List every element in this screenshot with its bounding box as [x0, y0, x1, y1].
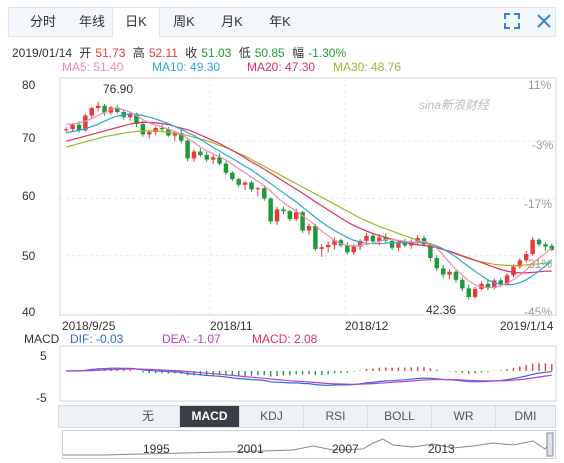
candle-body — [147, 132, 152, 135]
indicator-none[interactable]: 无 — [117, 406, 180, 427]
macd-chart — [59, 345, 557, 402]
candle-body — [198, 151, 203, 155]
candle-body — [536, 239, 542, 245]
overview-year: 2013 — [428, 442, 455, 456]
candle-body — [460, 279, 465, 289]
candlestick-chart — [59, 77, 557, 316]
candle-body — [249, 182, 254, 190]
dif-line — [66, 367, 552, 386]
candle-body — [230, 172, 235, 180]
candle-body — [453, 271, 459, 280]
indicator-bar: 无 MACD KDJ RSI BOLL WR DMI — [58, 405, 556, 428]
x-label: 2018/9/25 — [62, 319, 116, 333]
candle-body — [255, 188, 261, 190]
macd-dif: DIF: -0.03 — [70, 332, 124, 346]
indicator-kdj[interactable]: KDJ — [240, 406, 304, 427]
candle-body — [191, 151, 197, 159]
macd-dea: DEA: -1.07 — [162, 332, 221, 346]
candle-body — [345, 245, 350, 253]
candle-body — [287, 211, 293, 220]
candle-body — [524, 254, 529, 261]
macd-title: MACD — [24, 332, 60, 346]
overview-year: 2007 — [332, 442, 359, 456]
candle-body — [472, 288, 478, 297]
macd-value: MACD: 2.08 — [252, 332, 318, 346]
candle-body — [434, 258, 440, 269]
candle-body — [396, 243, 401, 248]
candle-body — [543, 244, 548, 247]
overview-year: 2001 — [237, 442, 264, 456]
candle-body — [89, 108, 94, 116]
low-annotation: 42.36 — [426, 303, 457, 317]
indicator-boll[interactable]: BOLL — [368, 406, 432, 427]
history-overview[interactable] — [62, 430, 556, 459]
candle-body — [319, 247, 325, 249]
history-line — [63, 432, 554, 457]
candle-body — [402, 243, 408, 246]
candle-body — [389, 240, 395, 248]
candle-body — [313, 225, 318, 249]
candle-body — [70, 124, 75, 130]
indicator-dmi[interactable]: DMI — [496, 406, 555, 427]
overview-year: 1995 — [143, 442, 170, 456]
candle-body — [281, 209, 286, 212]
candle-body — [364, 235, 369, 241]
high-annotation: 76.90 — [103, 82, 134, 96]
candle-body — [306, 225, 312, 231]
candle-body — [325, 244, 331, 248]
candle-body — [210, 157, 216, 160]
candle-body — [204, 154, 210, 160]
ma10-line — [66, 113, 553, 286]
candle-body — [63, 129, 69, 131]
indicator-rsi[interactable]: RSI — [304, 406, 368, 427]
candle-body — [185, 140, 190, 159]
x-label: 2018/11 — [210, 319, 253, 333]
x-label: 2019/1/14 — [500, 319, 554, 333]
candle-body — [274, 209, 280, 222]
candle-body — [370, 235, 376, 242]
candle-body — [262, 188, 267, 199]
candle-body — [466, 288, 471, 297]
candle-body — [440, 268, 446, 275]
candle-body — [293, 212, 299, 220]
x-label: 2018/12 — [345, 319, 389, 333]
candle-body — [140, 124, 146, 135]
ma20-line — [66, 121, 552, 274]
candle-body — [351, 246, 356, 253]
indicator-wr[interactable]: WR — [432, 406, 496, 427]
candle-body — [223, 163, 229, 173]
candle-body — [530, 239, 535, 255]
candle-body — [242, 182, 248, 185]
candle-body — [447, 271, 452, 275]
macd-frame — [59, 345, 557, 402]
candle-body — [268, 198, 273, 222]
candle-body — [95, 105, 101, 109]
candle-body — [236, 179, 241, 185]
indicator-macd[interactable]: MACD — [180, 406, 240, 427]
candle-body — [159, 128, 165, 130]
candle-body — [511, 266, 516, 276]
